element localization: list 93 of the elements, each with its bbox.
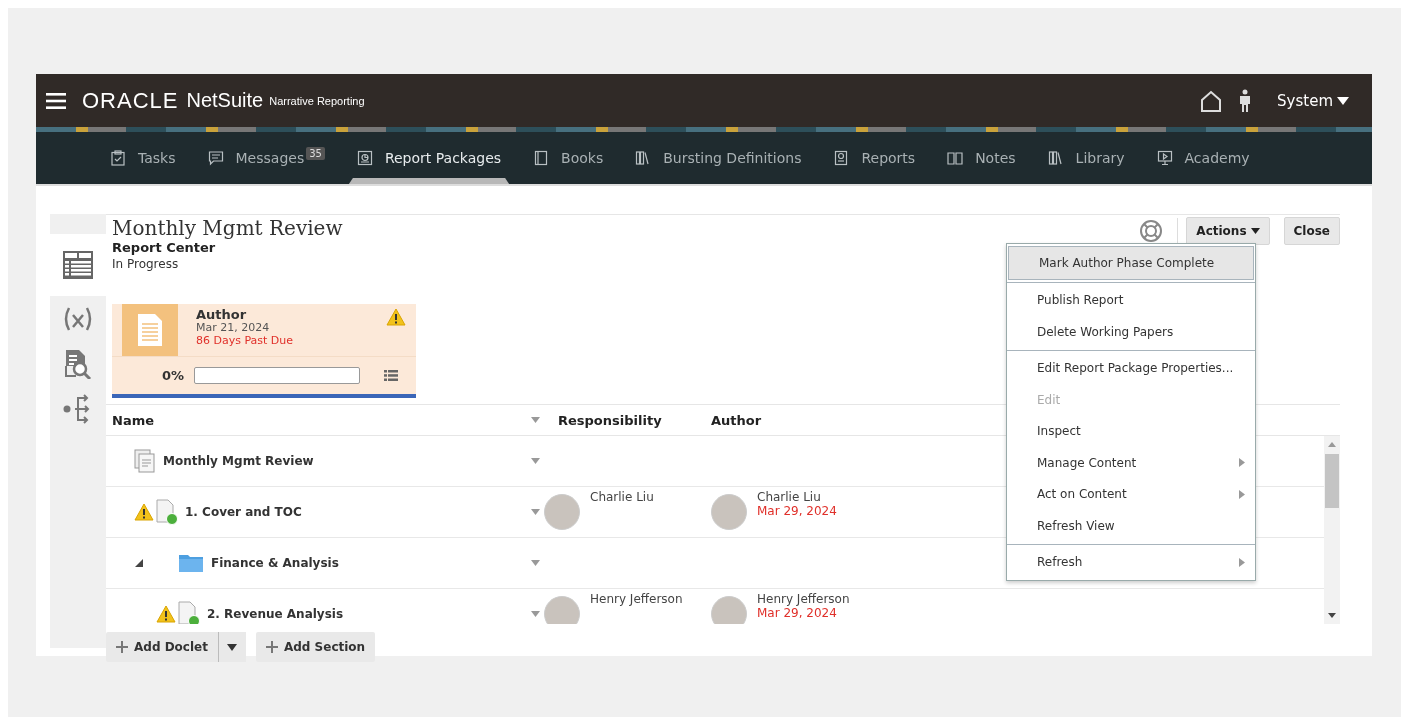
book-icon <box>533 150 550 166</box>
avatar <box>544 494 580 530</box>
close-button[interactable]: Close <box>1283 217 1340 245</box>
item-name[interactable]: Finance & Analysis <box>211 556 339 570</box>
submenu-arrow-icon <box>1239 489 1245 499</box>
user-menu[interactable]: System <box>1268 86 1358 115</box>
nav-tab[interactable]: Books <box>517 132 620 184</box>
dropdown-caret-icon[interactable] <box>531 611 540 617</box>
column-header[interactable]: Responsibility <box>558 412 662 428</box>
add-button[interactable]: Add Section <box>255 632 376 662</box>
menu-item[interactable]: Mark Author Phase Complete <box>1008 246 1254 280</box>
app-name: Narrative Reporting <box>269 94 365 107</box>
document-status-icon <box>178 601 200 624</box>
nav-tab[interactable]: Notes <box>931 132 1032 184</box>
avatar <box>711 494 747 530</box>
due-date: Mar 29, 2024 <box>757 504 837 518</box>
warning-icon <box>134 503 154 521</box>
count-badge: 35 <box>306 147 325 160</box>
avatar <box>544 596 580 624</box>
menu-item[interactable]: Inspect <box>1007 415 1255 447</box>
actions-button[interactable]: Actions <box>1186 217 1270 245</box>
list-icon[interactable] <box>384 370 399 381</box>
scroll-down-icon[interactable] <box>1328 613 1336 618</box>
monitor-play-icon <box>1156 150 1173 166</box>
product-name: NetSuite <box>186 89 264 112</box>
add-button[interactable]: Add Doclet <box>106 632 218 662</box>
author-name: Henry Jefferson <box>757 592 850 606</box>
menu-icon[interactable] <box>46 92 66 109</box>
dropdown-caret-icon[interactable] <box>531 509 540 515</box>
clipboard-icon <box>110 150 126 166</box>
open-book-icon <box>947 150 964 166</box>
plus-icon <box>265 641 278 653</box>
document-icon <box>138 314 162 346</box>
due-date: Mar 29, 2024 <box>757 606 838 620</box>
report-icon <box>833 150 850 166</box>
dropdown-button[interactable] <box>217 632 246 662</box>
menu-item[interactable]: Delete Working Papers <box>1007 316 1255 348</box>
caret-icon <box>227 643 238 651</box>
nav-tab[interactable]: Messages 35 <box>191 132 341 184</box>
status-text: In Progress <box>112 257 180 271</box>
document-status-icon <box>156 499 178 525</box>
help-icon[interactable] <box>1139 219 1164 243</box>
document-search-icon <box>64 348 92 379</box>
folder-icon <box>178 553 204 573</box>
nav-tab[interactable]: Library <box>1031 132 1141 184</box>
home-icon[interactable] <box>1200 89 1223 112</box>
menu-item[interactable]: Manage Content <box>1007 447 1255 479</box>
responsible-name: Charlie Liu <box>590 490 654 506</box>
column-header[interactable]: Name <box>112 412 154 428</box>
logo-wordmark: ORACLE <box>82 87 179 114</box>
menu-item[interactable]: Publish Report <box>1007 284 1255 316</box>
responsible-name: Henry Jefferson <box>590 592 683 608</box>
scroll-up-icon[interactable] <box>1328 442 1336 447</box>
dropdown-caret-icon[interactable] <box>531 560 540 566</box>
item-name[interactable]: Monthly Mgmt Review <box>163 454 314 468</box>
dropdown-caret-icon[interactable] <box>531 458 540 464</box>
phase-date: Mar 21, 2024 <box>196 322 271 335</box>
progress-percent: 0% <box>162 368 185 383</box>
page-title: Monthly Mgmt Review <box>112 216 343 240</box>
nav-tab[interactable]: Tasks <box>94 132 192 184</box>
submenu-arrow-icon <box>1239 557 1245 567</box>
variable-icon <box>62 305 94 332</box>
menu-item[interactable]: Refresh View <box>1007 510 1255 542</box>
books-icon <box>1047 150 1064 166</box>
menu-item[interactable]: Edit Report Package Properties... <box>1007 352 1255 384</box>
scrollbar[interactable] <box>1324 436 1340 624</box>
document-icon <box>356 150 373 166</box>
caret-icon <box>1250 228 1260 234</box>
nav-tab[interactable]: Bursting Definitions <box>619 132 818 184</box>
person-icon[interactable] <box>1238 88 1253 113</box>
stacked-documents-icon <box>134 449 156 473</box>
warning-icon <box>156 605 176 623</box>
item-name[interactable]: 1. Cover and TOC <box>185 505 302 519</box>
submenu-arrow-icon <box>1239 458 1245 468</box>
phase-name: Author <box>196 307 248 322</box>
expand-toggle-icon[interactable] <box>134 558 144 568</box>
menu-item[interactable]: Act on Content <box>1007 478 1255 510</box>
nav-tab[interactable]: Reports <box>817 132 932 184</box>
books-icon <box>635 150 652 166</box>
caret-icon <box>1337 96 1349 105</box>
past-due-text: 86 Days Past Due <box>196 334 295 348</box>
column-header[interactable]: Author <box>711 412 762 428</box>
author-name: Charlie Liu <box>757 490 822 504</box>
item-name[interactable]: 2. Revenue Analysis <box>207 607 344 621</box>
avatar <box>711 596 747 624</box>
sort-caret-icon[interactable] <box>531 417 540 423</box>
menu-item[interactable]: Refresh <box>1007 546 1255 578</box>
chat-icon <box>207 150 224 166</box>
page-subtitle: Report Center <box>112 240 217 255</box>
table-icon <box>63 251 93 279</box>
nav-tab[interactable]: Report Packages <box>340 132 518 184</box>
nav-tab[interactable]: Academy <box>1140 132 1266 184</box>
plus-icon <box>116 641 128 653</box>
